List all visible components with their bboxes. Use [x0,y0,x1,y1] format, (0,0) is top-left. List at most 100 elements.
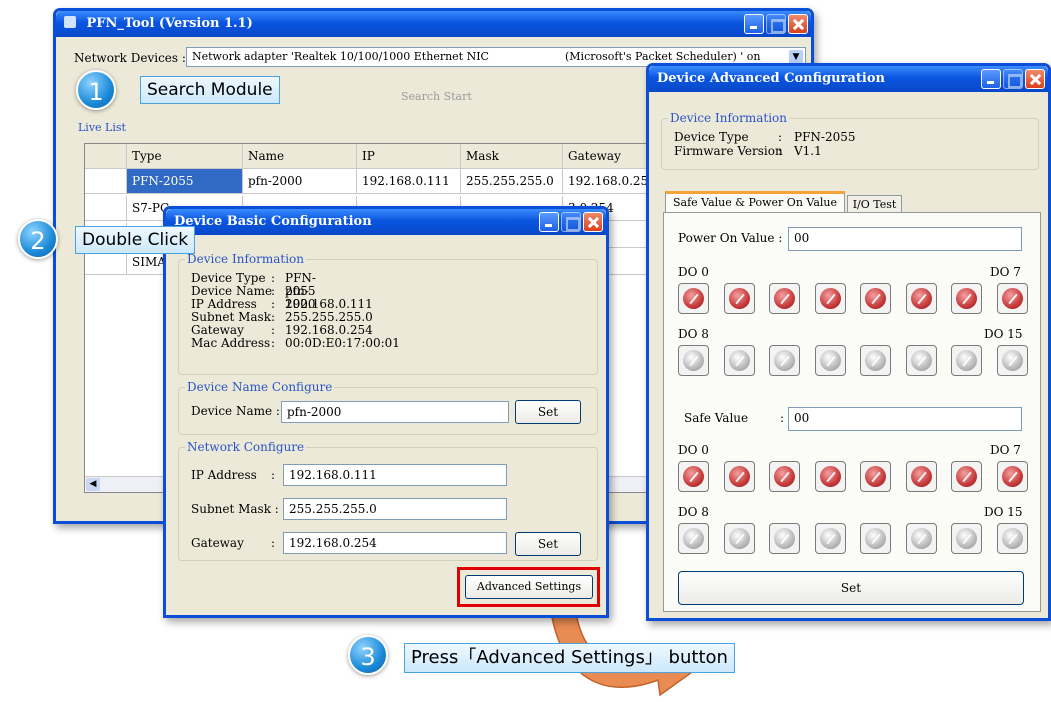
info-key: Gateway [191,323,244,337]
safe-do-toggle-icon[interactable] [769,461,800,492]
column-header[interactable]: Type [127,144,243,169]
scroll-left-icon[interactable]: ◀ [86,478,100,491]
device-name-input[interactable]: pfn-2000 [281,401,509,423]
close-icon[interactable] [788,14,808,34]
info-key: Mac Address [191,336,271,350]
safe-do-toggle-icon[interactable] [905,461,937,492]
power-on-do-toggle-icon[interactable] [814,345,846,376]
info-line: Mac Address:00:0D:E0:17:00:01 [191,336,400,350]
network-adapter-value: Network adapter 'Realtek 10/100/1000 Eth… [192,50,489,63]
column-header[interactable]: Mask [461,144,563,169]
power-on-do-toggle-icon[interactable] [860,283,891,314]
safe-do-toggle-icon[interactable] [996,523,1028,554]
table-cell[interactable]: 192.168.0.111 [357,169,461,194]
do7-label-top: DO 7 [990,265,1021,279]
safe-do-toggle-icon[interactable] [678,461,709,492]
safe-do-toggle-icon[interactable] [860,461,891,492]
safe-do-toggle-icon[interactable] [769,523,800,554]
power-on-do-toggle-icon[interactable] [905,283,937,314]
safe-do-toggle-icon[interactable] [723,523,755,554]
power-on-do-toggle-icon[interactable] [814,283,846,314]
close-icon[interactable] [583,212,603,232]
live-list-label: Live List [78,121,126,134]
safe-do-toggle-icon[interactable] [723,461,755,492]
safe-do-toggle-icon[interactable] [951,461,982,492]
power-on-do-toggle-icon[interactable] [769,345,800,376]
power-on-do-toggle-icon[interactable] [860,345,891,376]
power-on-do-toggle-icon[interactable] [951,283,982,314]
minimize-icon[interactable] [539,212,559,232]
network-set-button[interactable]: Set [515,532,581,556]
safe-do-toggle-icon[interactable] [678,523,709,554]
firmware-colon: : [778,144,783,158]
minimize-icon[interactable] [981,69,1001,89]
power-on-value-input[interactable]: 00 [788,227,1022,251]
table-cell[interactable]: 255.255.255.0 [461,169,563,194]
safe-do-toggle-icon[interactable] [905,523,937,554]
info-key: Device Name [191,284,273,298]
maximize-icon[interactable] [561,212,581,232]
safe-value-label: Safe Value [684,411,749,425]
maximize-icon[interactable] [766,14,786,34]
do15-label-top: DO 15 [984,327,1023,341]
tab-panel: Power On Value : 00 DO 0 DO 7 DO 8 DO 15… [663,212,1041,612]
power-on-do-toggle-icon[interactable] [905,345,937,376]
chevron-down-icon[interactable]: ▼ [789,50,803,64]
power-on-do-toggle-icon[interactable] [996,283,1028,314]
device-name-label: Device Name : [191,404,280,418]
step3-badge: 3 [348,635,388,675]
safe-value-input[interactable]: 00 [788,407,1022,431]
advanced-device-info-label: Device Information [668,111,789,125]
ip-address-input[interactable]: 192.168.0.111 [283,464,507,486]
safe-do-toggle-icon[interactable] [860,523,891,554]
power-on-do-toggle-icon[interactable] [678,283,709,314]
power-on-do-toggle-icon[interactable] [723,283,755,314]
power-on-do-toggle-icon[interactable] [769,283,800,314]
do0-label-bottom: DO 0 [678,443,709,457]
minimize-icon[interactable] [744,14,764,34]
maximize-icon[interactable] [1003,69,1023,89]
safe-do-toggle-icon[interactable] [951,523,982,554]
info-colon: : [271,336,276,350]
safe-do-toggle-icon[interactable] [814,523,846,554]
device-name-group: Device Name Configure Device Name : pfn-… [178,380,598,435]
device-name-config-label: Device Name Configure [185,380,335,394]
advanced-set-button[interactable]: Set [678,571,1024,605]
gateway-input[interactable]: 192.168.0.254 [283,532,507,554]
search-start-button[interactable]: Search Start [401,90,472,103]
power-on-do-toggle-icon[interactable] [951,345,982,376]
power-on-do-toggle-icon[interactable] [723,345,755,376]
tab-io-test[interactable]: I/O Test [847,195,902,213]
ip-address-label: IP Address [191,468,257,482]
basic-title-bar: Device Basic Configuration [166,209,606,235]
column-header[interactable]: IP [357,144,461,169]
table-cell[interactable]: pfn-2000 [243,169,357,194]
power-on-do-toggle-icon[interactable] [678,345,709,376]
safe-value-colon: : [780,411,785,425]
do7-label-bottom: DO 7 [990,443,1021,457]
basic-device-info-group: Device Information Device Type: PFN-2055 D… [178,252,598,375]
step1-badge: 1 [76,70,116,110]
advanced-settings-highlight [457,567,600,607]
row-header-corner [85,144,127,169]
power-on-do-toggle-icon[interactable] [996,345,1028,376]
gateway-label: Gateway [191,536,244,550]
firmware-version-value: V1.1 [794,144,822,158]
tab-safe-value[interactable]: Safe Value & Power On Value [665,191,845,213]
main-window-title: PFN_Tool (Version 1.1) [86,16,253,31]
do15-label-bottom: DO 15 [984,505,1023,519]
safe-do-toggle-icon[interactable] [814,461,846,492]
basic-info-lines: Device Type: PFN-2055 Device Name: pfn-2000… [191,272,400,350]
subnet-mask-input[interactable]: 255.255.255.0 [283,498,507,520]
close-icon[interactable] [1025,69,1045,89]
device-type-value: PFN-2055 [794,130,856,144]
column-header[interactable]: Name [243,144,357,169]
do8-label-top: DO 8 [678,327,709,341]
row-selector[interactable] [85,169,127,194]
tab-safe-value-label: Safe Value & Power On Value [672,196,838,209]
safe-do-toggle-icon[interactable] [996,461,1028,492]
advanced-title-bar: Device Advanced Configuration [649,66,1048,92]
row-selector[interactable] [85,196,127,221]
device-name-set-button[interactable]: Set [515,400,581,424]
table-cell[interactable]: PFN-2055 [127,169,243,194]
